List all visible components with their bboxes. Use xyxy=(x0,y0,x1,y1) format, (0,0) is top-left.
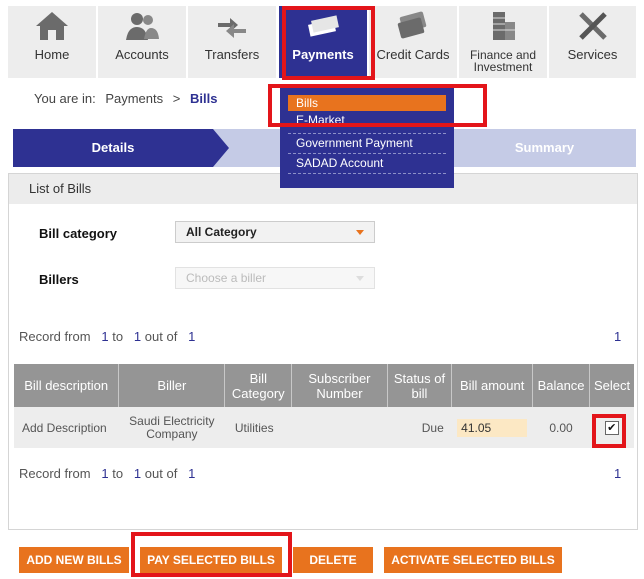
billers-select[interactable]: Choose a biller xyxy=(175,267,375,289)
tab-label: Services xyxy=(567,47,618,62)
pay-selected-bills-button[interactable]: PAY SELECTED BILLS xyxy=(140,547,282,573)
page-link-top[interactable]: 1 xyxy=(614,329,621,344)
col-subscriber-number: Subscriber Number xyxy=(291,364,388,407)
col-bill-category: Bill Category xyxy=(224,364,293,407)
menu-item-bills[interactable]: Bills xyxy=(288,95,446,111)
record-info-bottom: Record from 1 to 1 out of 1 xyxy=(19,466,195,481)
col-bill-description: Bill description xyxy=(14,364,120,407)
home-icon xyxy=(36,12,68,40)
menu-item-government-payment[interactable]: Government Payment xyxy=(288,135,446,151)
main-navigation: Home Accounts Transfers Payments Credit … xyxy=(8,6,636,78)
breadcrumb-payments[interactable]: Payments xyxy=(105,91,163,106)
menu-divider xyxy=(288,173,446,174)
breadcrumb-separator: > xyxy=(172,91,181,106)
table-header-row: Bill description Biller Bill Category Su… xyxy=(14,364,634,407)
bill-category-select[interactable]: All Category xyxy=(175,221,375,243)
add-new-bills-button[interactable]: ADD NEW BILLS xyxy=(19,547,129,573)
breadcrumb: You are in: Payments > Bills xyxy=(34,91,223,106)
cell-description[interactable]: Add Description xyxy=(14,407,119,448)
credit-card-icon xyxy=(397,11,427,39)
record-from: 1 xyxy=(101,329,109,344)
tab-label: Accounts xyxy=(115,47,169,62)
amount-input[interactable]: 41.05 xyxy=(457,418,528,437)
activate-selected-bills-button[interactable]: ACTIVATE SELECTED BILLS xyxy=(384,547,562,573)
cell-biller: Saudi Electricity Company xyxy=(118,407,225,448)
col-balance: Balance xyxy=(532,364,591,407)
bill-category-label: Bill category xyxy=(39,226,118,241)
col-bill-amount: Bill amount xyxy=(451,364,534,407)
billers-label: Billers xyxy=(39,272,79,287)
record-prefix: Record from xyxy=(19,466,91,481)
tab-credit-cards[interactable]: Credit Cards xyxy=(369,6,457,78)
bill-category-value: All Category xyxy=(186,225,257,239)
tab-services[interactable]: Services xyxy=(549,6,636,78)
tab-label: Credit Cards xyxy=(376,47,450,62)
people-icon xyxy=(126,13,159,40)
col-biller: Biller xyxy=(118,364,226,407)
record-outof-word: out of xyxy=(144,329,178,344)
select-checkbox[interactable]: ✔ xyxy=(604,421,619,435)
tab-label: Payments xyxy=(292,47,354,62)
page-link-bottom[interactable]: 1 xyxy=(614,466,621,481)
tab-label: Transfers xyxy=(204,47,260,62)
bills-table: Bill description Biller Bill Category Su… xyxy=(14,364,634,448)
col-status: Status of bill xyxy=(387,364,453,407)
chevron-down-icon xyxy=(356,276,364,281)
transfer-arrows-icon xyxy=(218,18,246,38)
record-to-word: to xyxy=(112,466,124,481)
tools-icon xyxy=(578,12,607,40)
record-from: 1 xyxy=(101,466,109,481)
col-select: Select xyxy=(589,364,634,407)
cell-status: Due xyxy=(387,407,452,448)
tab-home[interactable]: Home xyxy=(8,6,96,78)
coins-icon xyxy=(493,12,515,40)
tab-transfers[interactable]: Transfers xyxy=(188,6,276,78)
record-total: 1 xyxy=(188,466,196,481)
cell-category: Utilities xyxy=(224,407,292,448)
record-outof-word: out of xyxy=(144,466,178,481)
tab-payments[interactable]: Payments xyxy=(279,6,367,78)
tab-label: Home xyxy=(34,47,70,62)
record-to-word: to xyxy=(112,329,124,344)
breadcrumb-current: Bills xyxy=(189,91,218,106)
billers-placeholder: Choose a biller xyxy=(186,271,267,285)
table-row: Add Description Saudi Electricity Compan… xyxy=(14,407,634,448)
step-summary: Summary xyxy=(514,140,575,155)
record-info-top: Record from 1 to 1 out of 1 xyxy=(19,329,195,344)
cell-balance: 0.00 xyxy=(532,407,590,448)
delete-button[interactable]: DELETE xyxy=(293,547,373,573)
menu-item-e-market[interactable]: E-Market xyxy=(288,113,446,125)
cash-icon xyxy=(308,15,339,37)
record-prefix: Record from xyxy=(19,329,91,344)
step-arrow xyxy=(213,129,229,167)
record-total: 1 xyxy=(188,329,196,344)
step-details: Details xyxy=(13,129,213,167)
record-to: 1 xyxy=(133,466,142,481)
chevron-down-icon xyxy=(356,230,364,235)
cell-select: ✔ xyxy=(589,407,634,448)
cell-amount: 41.05 xyxy=(451,407,533,448)
tab-label: Finance and Investment xyxy=(469,48,537,74)
cell-subscriber xyxy=(291,407,388,448)
tab-accounts[interactable]: Accounts xyxy=(98,6,186,78)
menu-divider xyxy=(288,133,446,134)
record-to: 1 xyxy=(133,329,142,344)
menu-item-sadad-account[interactable]: SADAD Account xyxy=(288,155,446,171)
menu-divider xyxy=(288,153,446,154)
payments-dropdown-menu: Bills E-Market Government Payment SADAD … xyxy=(280,86,454,188)
breadcrumb-prefix: You are in: xyxy=(34,91,96,106)
tab-finance-investment[interactable]: Finance and Investment xyxy=(459,6,547,78)
